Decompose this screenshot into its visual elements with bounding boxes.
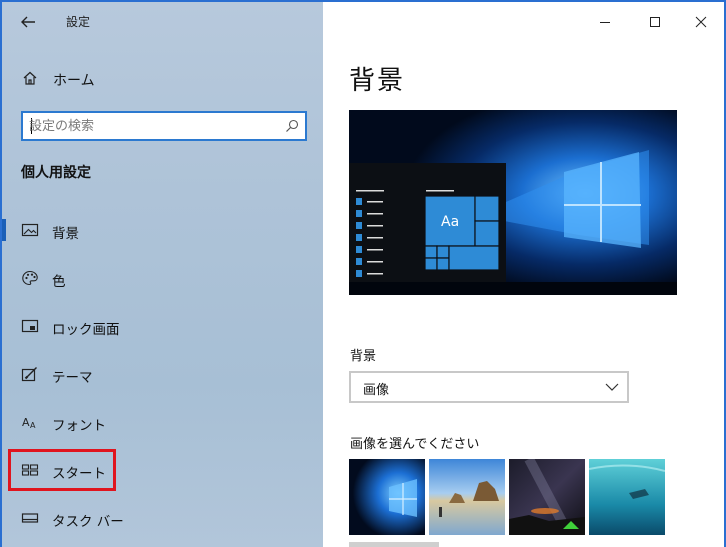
sidebar-item-label: タスク バー — [52, 514, 124, 530]
search-box[interactable] — [21, 111, 307, 141]
search-icon[interactable] — [285, 119, 299, 133]
sidebar-item-label: ロック画面 — [52, 322, 120, 338]
background-preview: Aa — [349, 110, 677, 295]
palette-icon — [22, 270, 38, 286]
svg-text:A: A — [22, 416, 30, 429]
thumbnail-night-sky[interactable] — [509, 459, 585, 535]
title-bar-left: 設定 — [2, 2, 323, 42]
sidebar-item-fonts[interactable]: A A フォント — [2, 398, 323, 446]
preview-tile-text: Aa — [441, 214, 460, 230]
page-title: 背景 — [349, 66, 406, 96]
home-icon — [23, 71, 37, 85]
app-title: 設定 — [66, 15, 91, 29]
sidebar-item-taskbar[interactable]: タスク バー — [2, 494, 323, 542]
thumbnail-image — [349, 459, 425, 535]
background-type-dropdown[interactable]: 画像 — [349, 371, 629, 403]
thumbnail-image — [429, 459, 505, 535]
thumbnail-image — [509, 459, 585, 535]
choose-picture-label: 画像を選んでください — [350, 437, 480, 452]
font-icon: A A — [22, 416, 36, 430]
thumbnail-underwater[interactable] — [589, 459, 665, 535]
maximize-icon[interactable] — [643, 10, 667, 34]
lock-screen-icon — [21, 319, 39, 333]
thumbnail-image — [589, 459, 665, 535]
sidebar-nav: 背景 色 ロック画面 テーマ A A フォント スタート タスク バー — [2, 206, 323, 542]
background-label: 背景 — [350, 349, 377, 364]
sidebar-item-label: フォント — [52, 418, 106, 434]
chevron-down-icon — [605, 383, 619, 391]
sidebar-item-background[interactable]: 背景 — [2, 206, 323, 254]
minimize-icon[interactable] — [593, 10, 617, 34]
sidebar-item-label: テーマ — [52, 370, 93, 386]
sidebar-item-theme[interactable]: テーマ — [2, 350, 323, 398]
home-link[interactable]: ホーム — [2, 64, 323, 94]
section-title: 個人用設定 — [21, 165, 91, 181]
browse-button[interactable] — [349, 542, 439, 547]
sidebar-item-label: 色 — [52, 274, 66, 290]
settings-window: 設定 ホーム 個人用設定 背景 — [0, 0, 726, 547]
main-content: 背景 Aa 背景 画像 画像を選んでください — [323, 2, 724, 547]
sidebar-item-color[interactable]: 色 — [2, 254, 323, 302]
close-icon[interactable] — [689, 10, 713, 34]
back-arrow-icon[interactable] — [14, 8, 42, 36]
sidebar: 設定 ホーム 個人用設定 背景 — [2, 2, 323, 547]
svg-text:A: A — [30, 421, 36, 430]
taskbar-icon — [21, 513, 39, 523]
dropdown-value: 画像 — [363, 383, 390, 398]
home-label: ホーム — [53, 73, 95, 89]
preview-wallpaper — [349, 110, 677, 295]
thumbnail-beach-rocks[interactable] — [429, 459, 505, 535]
sidebar-item-lock-screen[interactable]: ロック画面 — [2, 302, 323, 350]
thumbnail-windows-light[interactable] — [349, 459, 425, 535]
annotation-highlight-box — [8, 449, 116, 491]
sidebar-item-label: 背景 — [52, 226, 79, 242]
theme-brush-icon — [21, 367, 37, 382]
search-input[interactable] — [29, 116, 269, 136]
picture-thumbnails — [349, 459, 669, 535]
picture-icon — [21, 223, 39, 237]
